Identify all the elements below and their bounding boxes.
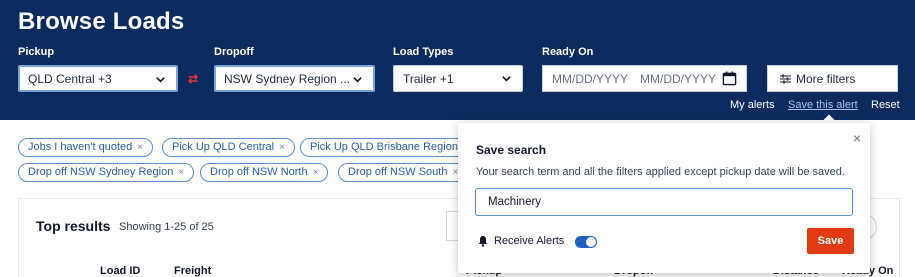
close-icon[interactable]: × [279, 142, 285, 153]
chevron-down-icon [353, 77, 362, 83]
chip-label: Drop off NSW Sydney Region [28, 166, 174, 178]
filter-chip[interactable]: Jobs I haven't quoted × [18, 138, 154, 157]
reset-link[interactable]: Reset [871, 99, 900, 111]
chip-label: Drop off NSW South [348, 166, 448, 178]
pickup-select[interactable]: QLD Central +3 [18, 65, 178, 92]
save-search-title: Save search [476, 143, 547, 157]
save-button[interactable]: Save [807, 228, 854, 254]
more-filters-button[interactable]: More filters [767, 65, 898, 92]
chip-label: Drop off NSW North [210, 166, 308, 178]
filter-chip[interactable]: Pick Up QLD Central × [162, 138, 295, 157]
load-types-label: Load Types [393, 46, 454, 58]
ready-on-label: Ready On [542, 46, 594, 58]
receive-alerts-toggle[interactable] [575, 236, 597, 248]
chevron-down-icon [502, 76, 511, 82]
toggle-knob [586, 237, 596, 247]
chevron-down-icon [156, 77, 165, 83]
chip-label: Pick Up QLD Central [172, 141, 275, 153]
receive-alerts-label: Receive Alerts [494, 235, 565, 247]
filter-chip[interactable]: Drop off NSW North × [200, 163, 329, 182]
load-types-value: Trailer +1 [403, 72, 454, 86]
filter-chip[interactable]: Pick Up QLD Brisbane Region [300, 138, 470, 157]
filter-chip[interactable]: Drop off NSW South × [338, 163, 469, 182]
more-filters-label: More filters [796, 72, 856, 86]
dropoff-label: Dropoff [214, 46, 254, 58]
dropoff-value: NSW Sydney Region ... [224, 72, 351, 86]
swap-arrows-icon[interactable]: ⇄ [188, 72, 198, 86]
header-bar: Browse Loads Pickup QLD Central +3 ⇄ Dro… [0, 0, 915, 120]
results-title: Top results [36, 218, 111, 234]
chip-label: Pick Up QLD Brisbane Region [310, 141, 458, 153]
page-title: Browse Loads [18, 8, 185, 35]
close-icon[interactable]: × [137, 142, 143, 153]
save-search-input[interactable] [475, 188, 853, 216]
results-count: Showing 1-25 of 25 [119, 221, 214, 233]
date-from-input[interactable]: MM/DD/YYYY [552, 72, 628, 86]
close-icon[interactable]: × [178, 167, 184, 178]
pickup-label: Pickup [18, 46, 55, 58]
close-icon[interactable]: × [853, 130, 861, 146]
date-to-input[interactable]: MM/DD/YYYY [640, 72, 716, 86]
dropoff-select[interactable]: NSW Sydney Region ... [214, 65, 375, 92]
ready-on-date-range[interactable]: MM/DD/YYYY MM/DD/YYYY [542, 65, 747, 92]
column-header[interactable]: Load ID [100, 265, 140, 277]
bell-icon [478, 236, 488, 247]
load-types-select[interactable]: Trailer +1 [393, 65, 523, 92]
calendar-icon[interactable] [722, 71, 737, 86]
my-alerts-link[interactable]: My alerts [730, 99, 775, 111]
save-search-description: Your search term and all the filters app… [476, 166, 845, 178]
close-icon[interactable]: × [313, 167, 319, 178]
filter-chip[interactable]: Drop off NSW Sydney Region × [18, 163, 195, 182]
pickup-value: QLD Central +3 [28, 72, 112, 86]
chip-label: Jobs I haven't quoted [28, 141, 133, 153]
save-search-popover: × Save search Your search term and all t… [458, 123, 870, 273]
column-header[interactable]: Freight [174, 265, 211, 277]
save-alert-link[interactable]: Save this alert [788, 99, 858, 111]
sliders-icon [780, 74, 791, 84]
